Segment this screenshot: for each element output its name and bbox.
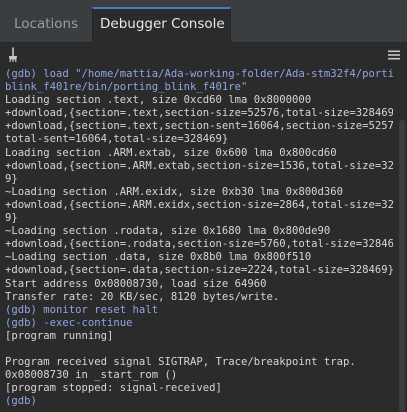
console-output-line: +download,{section=.rodata,section-size=… [5, 238, 393, 251]
console-output[interactable]: (gdb) load "/home/mattia/Ada-working-fol… [5, 68, 393, 412]
console-output-line: 9} [5, 212, 18, 225]
console-toolbar [0, 43, 407, 67]
hamburger-menu-icon[interactable] [385, 46, 403, 64]
console-output-line: Loading section .ARM.extab, size 0x600 l… [5, 146, 337, 159]
tab-bar: Locations Debugger Console [0, 0, 407, 43]
console-output-line: total-sent=16064,total-size=328469} [5, 133, 229, 146]
console-output-line: Start address 0x08008730, load size 6496… [5, 277, 267, 290]
console-output-line: [program stopped: signal-received] [5, 382, 222, 395]
console-output-line: +download,{section=.data,section-size=22… [5, 264, 393, 277]
console-output-line: ~Loading section .rodata, size 0x1680 lm… [5, 225, 331, 238]
console-output-line: Program received signal SIGTRAP, Trace/b… [5, 356, 356, 369]
broom-icon[interactable] [4, 46, 22, 64]
console-command-line: (gdb) -exec-continue [5, 316, 133, 329]
console-command-line: (gdb) [5, 395, 37, 408]
console-output-line: ~Loading section .ARM.exidx, size 0xb30 … [5, 185, 344, 198]
console-command-line: (gdb) monitor reset halt [5, 303, 159, 316]
console-command-line: blink_f401re/bin/porting_blink_f401re" [5, 81, 248, 94]
debugger-panel: Locations Debugger Console (gdb) load "/… [0, 0, 407, 412]
console-output-line: Transfer rate: 20 KB/sec, 8120 bytes/wri… [5, 290, 280, 303]
console-output-line: [program running] [5, 329, 114, 342]
scrollbar-thumb[interactable] [399, 120, 405, 412]
console-output-line: +download,{section=.text,section-sent=16… [5, 120, 393, 133]
console-output-line: ~Loading section .data, size 0x8b0 lma 0… [5, 251, 312, 264]
tab-debugger-console[interactable]: Debugger Console [92, 7, 231, 43]
console-output-line: 0x08008730 in _start_rom () [5, 369, 178, 382]
tab-locations[interactable]: Locations [0, 7, 92, 42]
console-output-line: Loading section .text, size 0xcd60 lma 0… [5, 94, 312, 107]
console-output-line: +download,{section=.ARM.extab,section-si… [5, 159, 393, 172]
console-output-line: +download,{section=.ARM.exidx,section-si… [5, 198, 393, 211]
console-command-line: (gdb) load "/home/mattia/Ada-working-fol… [5, 68, 393, 80]
console-output-line: +download,{section=.text,section-size=52… [5, 107, 393, 120]
console-output-line: 9} [5, 172, 18, 185]
console-scrollbar[interactable] [396, 68, 407, 412]
